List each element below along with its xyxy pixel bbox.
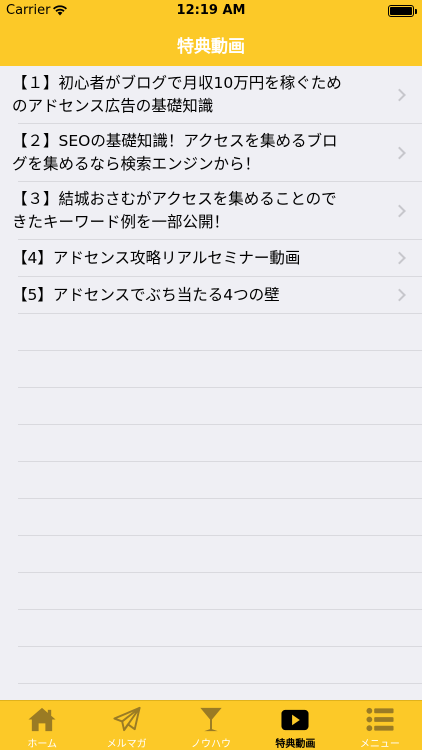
list-item-video-1[interactable]: 【１】初心者がブログで月収10万円を稼ぐためのアドセンス広告の基礎知識 bbox=[12, 66, 422, 124]
tab-menu[interactable]: メニュー bbox=[338, 701, 422, 750]
tab-mailmag[interactable]: メルマガ bbox=[84, 701, 168, 750]
list-item-video-2[interactable]: 【２】SEOの基礎知識！アクセスを集めるブログを集めるなら検索エンジンから！ bbox=[12, 124, 422, 182]
status-time: 12:19 AM bbox=[176, 3, 246, 18]
empty-row bbox=[18, 462, 422, 499]
empty-row bbox=[18, 684, 422, 700]
empty-row bbox=[18, 573, 422, 610]
status-bar: Carrier 12:19 AM bbox=[0, 0, 422, 22]
list-item-video-4[interactable]: 【4】アドセンス攻略リアルセミナー動画 bbox=[12, 240, 422, 277]
tab-bonus-video[interactable]: 特典動画 bbox=[253, 701, 337, 750]
empty-row bbox=[18, 536, 422, 573]
empty-row bbox=[18, 610, 422, 647]
list-item-label: 【5】アドセンスでぶち当たる4つの壁 bbox=[12, 285, 280, 304]
home-icon bbox=[28, 707, 56, 732]
battery-icon bbox=[388, 5, 414, 17]
list-item-label: 【２】SEOの基礎知識！アクセスを集めるブログを集めるなら検索エンジンから！ bbox=[12, 131, 338, 173]
empty-row bbox=[18, 314, 422, 351]
tab-home[interactable]: ホーム bbox=[0, 701, 84, 750]
chevron-right-icon bbox=[393, 288, 406, 302]
empty-row bbox=[18, 388, 422, 425]
navigation-bar: 特典動画 bbox=[0, 22, 422, 66]
tab-knowhow[interactable]: ノウハウ bbox=[169, 701, 253, 750]
paper-plane-icon bbox=[113, 706, 141, 732]
empty-row bbox=[18, 499, 422, 536]
list-item-video-5[interactable]: 【5】アドセンスでぶち当たる4つの壁 bbox=[12, 277, 422, 314]
tab-label: ホーム bbox=[27, 739, 58, 750]
tab-bar: ホーム メルマガ ノウハウ 特典動画 メニュー bbox=[0, 700, 422, 750]
tab-label: メニュー bbox=[359, 739, 400, 750]
chevron-right-icon bbox=[393, 251, 406, 265]
list-item-label: 【１】初心者がブログで月収10万円を稼ぐためのアドセンス広告の基礎知識 bbox=[12, 73, 342, 115]
chevron-right-icon bbox=[393, 146, 406, 159]
tab-label: メルマガ bbox=[106, 739, 147, 750]
cocktail-glass-icon bbox=[200, 707, 222, 732]
empty-row bbox=[18, 351, 422, 388]
empty-row bbox=[18, 647, 422, 684]
tab-label: 特典動画 bbox=[275, 739, 316, 750]
video-list[interactable]: 【１】初心者がブログで月収10万円を稼ぐためのアドセンス広告の基礎知識 【２】S… bbox=[0, 66, 422, 700]
empty-row bbox=[18, 425, 422, 462]
list-item-label: 【4】アドセンス攻略リアルセミナー動画 bbox=[12, 248, 301, 267]
chevron-right-icon bbox=[393, 204, 406, 217]
page-title: 特典動画 bbox=[177, 36, 245, 57]
video-play-icon bbox=[281, 709, 309, 731]
tab-label: ノウハウ bbox=[191, 739, 232, 750]
list-item-label: 【３】結城おさむがアクセスを集めることのできたキーワード例を一部公開！ bbox=[12, 189, 337, 231]
battery-tip bbox=[415, 9, 417, 14]
chevron-right-icon bbox=[393, 88, 406, 101]
menu-list-icon bbox=[366, 707, 394, 732]
list-item-video-3[interactable]: 【３】結城おさむがアクセスを集めることのできたキーワード例を一部公開！ bbox=[12, 182, 422, 240]
